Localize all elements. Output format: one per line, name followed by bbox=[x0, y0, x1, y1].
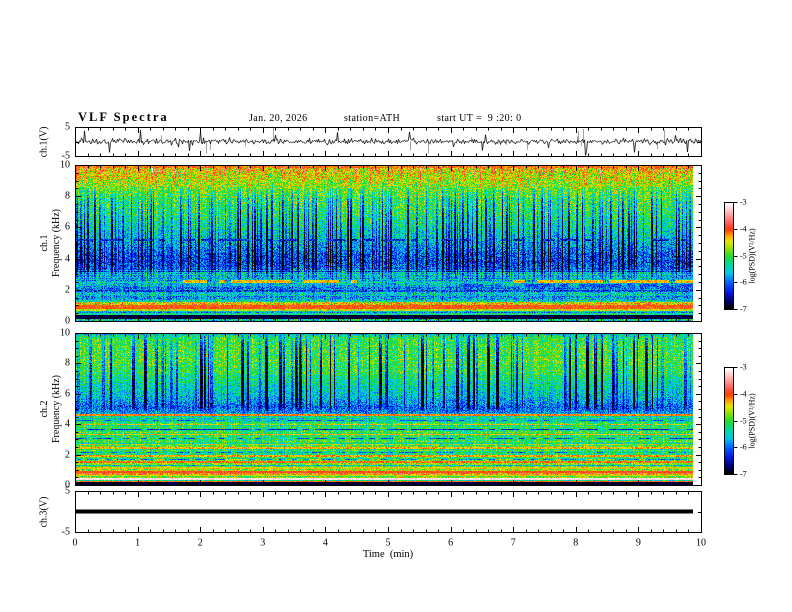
tick-label: 8 bbox=[65, 190, 70, 202]
tick-label: -7 bbox=[740, 469, 747, 479]
ch1-axis-label-line1: ch.1 bbox=[39, 234, 50, 252]
colorbar-ch1 bbox=[724, 202, 740, 310]
plot-date: Jan. 20, 2026 bbox=[249, 113, 308, 124]
tick-label: -6 bbox=[740, 442, 747, 452]
tick-label: -5 bbox=[61, 526, 70, 538]
tick-label: 8 bbox=[573, 537, 579, 549]
tick-label: 5 bbox=[385, 537, 391, 549]
tick-label: -5 bbox=[740, 416, 747, 425]
ch2-axis-label-line2: Frequency (kHz) bbox=[51, 374, 62, 444]
tick-label: 0 bbox=[65, 315, 70, 327]
tick-label: 10 bbox=[696, 537, 706, 549]
ch1-axis-label-line2: Frequency (kHz) bbox=[51, 208, 62, 278]
tick-label: 9 bbox=[635, 537, 641, 549]
ch1-spectrogram-panel bbox=[75, 165, 702, 322]
tick-label: 6 bbox=[65, 221, 70, 233]
tick-label: -4 bbox=[740, 389, 747, 399]
tick-label: 6 bbox=[65, 388, 70, 400]
ch3-voltage-trace-panel bbox=[75, 491, 702, 533]
tick-label: 5 bbox=[65, 485, 70, 497]
tick-label: 2 bbox=[197, 537, 203, 549]
tick-label: 4 bbox=[322, 537, 328, 549]
tick-label: 8 bbox=[65, 357, 70, 369]
tick-label: 4 bbox=[65, 253, 70, 265]
ch2-frequency-axis-label: ch.2 Frequency (kHz) bbox=[39, 375, 63, 443]
ch2-axis-label-line1: ch.2 bbox=[39, 400, 50, 418]
ch2-spectrogram-panel bbox=[75, 333, 702, 486]
tick-label: -7 bbox=[740, 304, 747, 314]
station-label: station=ATH bbox=[344, 113, 401, 124]
tick-label: 6 bbox=[448, 537, 454, 549]
tick-label: 0 bbox=[72, 537, 78, 549]
tick-label: 3 bbox=[260, 537, 266, 549]
tick-label: -5 bbox=[61, 150, 70, 162]
start-ut-label: start UT = 9 :20: 0 bbox=[437, 113, 522, 124]
ch1-voltage-axis-label: ch.1(V) bbox=[38, 126, 50, 158]
x-axis-title: Time (min) bbox=[362, 549, 414, 560]
tick-label: -5 bbox=[740, 251, 747, 260]
tick-label: -4 bbox=[740, 224, 747, 234]
tick-label: 7 bbox=[510, 537, 516, 549]
tick-label: 2 bbox=[65, 284, 70, 296]
tick-label: -3 bbox=[740, 197, 747, 207]
tick-label: 1 bbox=[135, 537, 141, 549]
tick-label: 10 bbox=[60, 327, 70, 339]
ch3-voltage-axis-label: ch.3(V) bbox=[38, 496, 50, 528]
ch1-voltage-waveform-panel bbox=[75, 127, 702, 157]
colorbar-ch2 bbox=[724, 367, 740, 475]
colorbar1-label: log(PSD)(V²/Hz) bbox=[747, 228, 757, 284]
vlf-spectra-plot: VLF Spectra Jan. 20, 2026 station=ATH st… bbox=[0, 0, 792, 612]
tick-label: 2 bbox=[65, 449, 70, 461]
tick-label: 5 bbox=[65, 121, 70, 133]
tick-label: -6 bbox=[740, 277, 747, 287]
colorbar2-label: log(PSD)(V²/Hz) bbox=[747, 393, 757, 449]
tick-label: 4 bbox=[65, 418, 70, 430]
tick-label: -3 bbox=[740, 362, 747, 372]
plot-title: VLF Spectra bbox=[78, 110, 169, 124]
ch1-frequency-axis-label: ch.1 Frequency (kHz) bbox=[39, 209, 63, 277]
